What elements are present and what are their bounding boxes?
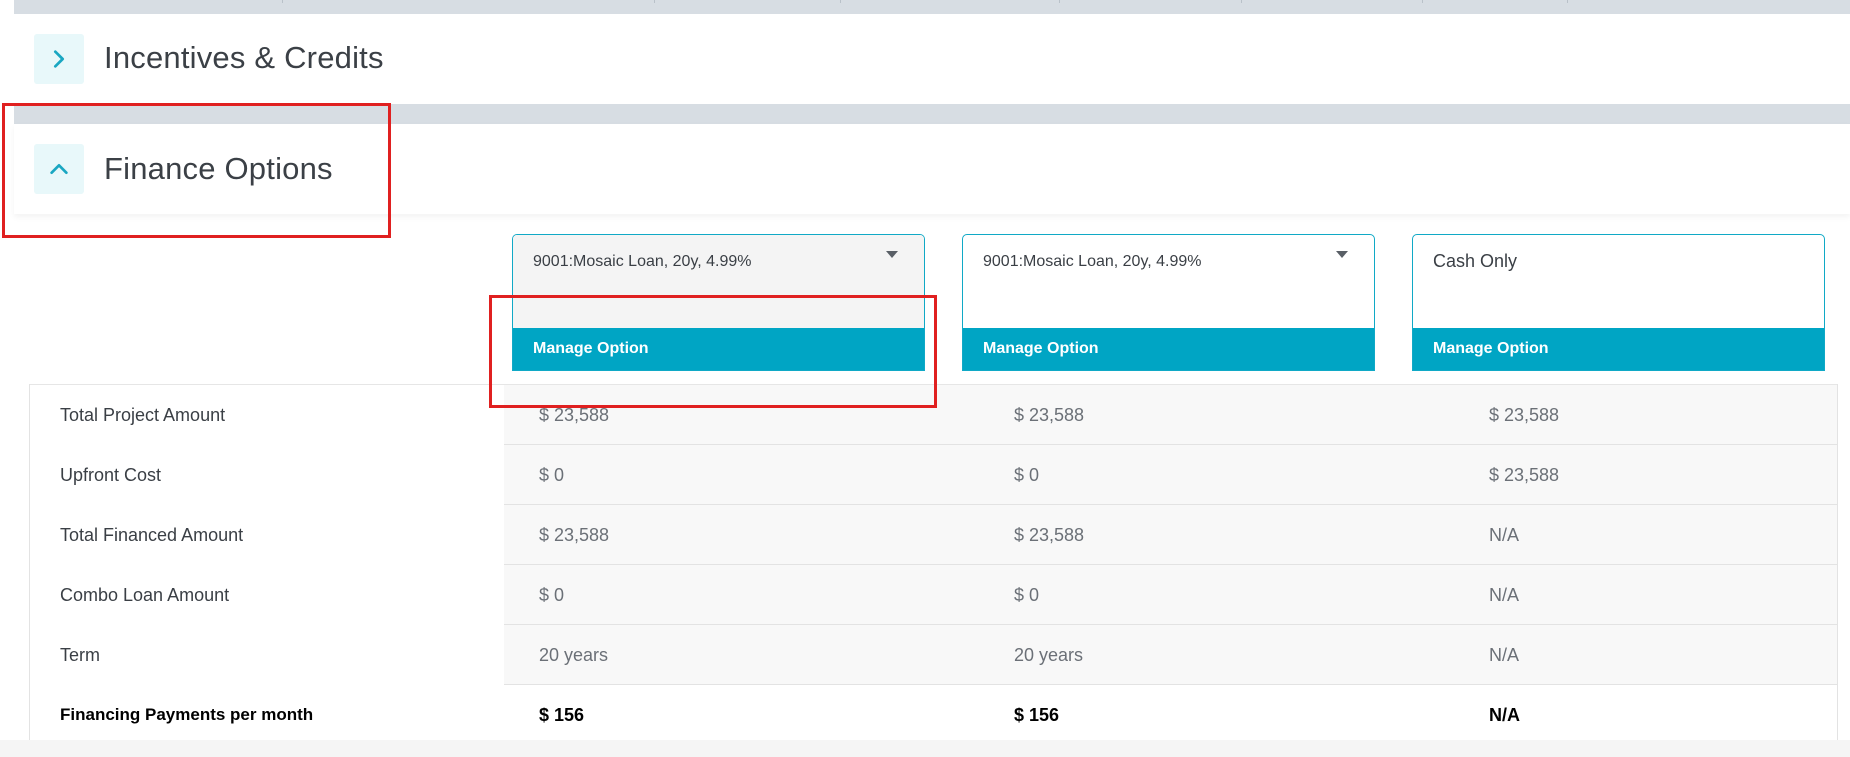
row-value: $ 0	[1014, 465, 1040, 485]
finance-section-header[interactable]: Finance Options	[14, 124, 1850, 214]
row-value: $ 0	[1014, 585, 1040, 605]
row-value: $ 0	[539, 585, 565, 605]
row-value: $ 23,588	[539, 405, 610, 425]
row-label: Combo Loan Amount	[29, 565, 504, 625]
row-value: $ 0	[539, 465, 565, 485]
dropdown-arrow-icon[interactable]	[1336, 251, 1348, 258]
finance-option-card-1: 9001:Mosaic Loan, 20y, 4.99% Manage Opti…	[512, 234, 925, 371]
row-label: Total Financed Amount	[29, 505, 504, 565]
finance-comparison-table: Total Project Amount $ 23,588 $ 23,588 $…	[29, 384, 1837, 745]
table-row: Term 20 years 20 years N/A	[29, 625, 1837, 685]
row-value: 20 years	[1014, 645, 1084, 665]
manage-option-button-2[interactable]: Manage Option	[963, 328, 1374, 370]
manage-option-button-1[interactable]: Manage Option	[513, 328, 924, 370]
table-row: Total Project Amount $ 23,588 $ 23,588 $…	[29, 385, 1837, 445]
option-select-3[interactable]: Cash Only	[1413, 235, 1824, 330]
table-row: Total Financed Amount $ 23,588 $ 23,588 …	[29, 505, 1837, 565]
row-value: $ 23,588	[1489, 465, 1560, 485]
dropdown-arrow-icon[interactable]	[886, 251, 898, 258]
option-select-3-value: Cash Only	[1433, 251, 1518, 271]
finance-option-card-2: 9001:Mosaic Loan, 20y, 4.99% Manage Opti…	[962, 234, 1375, 371]
top-section-strip	[14, 0, 1850, 14]
chevron-up-icon	[50, 163, 68, 175]
manage-option-button-3[interactable]: Manage Option	[1413, 328, 1824, 370]
section-divider	[14, 104, 1850, 124]
table-left-border	[29, 384, 30, 740]
row-label: Financing Payments per month	[29, 685, 504, 745]
row-value: N/A	[1489, 705, 1520, 725]
row-value: $ 156	[539, 705, 585, 725]
expand-incentives-button[interactable]	[34, 34, 84, 84]
option-select-1[interactable]: 9001:Mosaic Loan, 20y, 4.99%	[513, 235, 924, 330]
row-value: N/A	[1489, 525, 1520, 545]
finance-section-title: Finance Options	[104, 151, 333, 186]
row-value: $ 23,588	[1489, 405, 1560, 425]
row-label: Upfront Cost	[29, 445, 504, 505]
incentives-section-title: Incentives & Credits	[104, 40, 384, 75]
row-value: 20 years	[539, 645, 609, 665]
row-value: N/A	[1489, 645, 1520, 665]
row-label: Term	[29, 625, 504, 685]
row-value: N/A	[1489, 585, 1520, 605]
collapse-finance-button[interactable]	[34, 144, 84, 194]
row-value: $ 23,588	[539, 525, 610, 545]
row-value: $ 23,588	[1014, 525, 1085, 545]
finance-option-card-3: Cash Only Manage Option	[1412, 234, 1825, 371]
incentives-section-header[interactable]: Incentives & Credits	[14, 14, 1850, 104]
table-row: Upfront Cost $ 0 $ 0 $ 23,588	[29, 445, 1837, 505]
option-select-2-value: 9001:Mosaic Loan, 20y, 4.99%	[983, 253, 1202, 270]
row-value: $ 23,588	[1014, 405, 1085, 425]
bottom-strip	[0, 740, 1850, 757]
option-select-1-value: 9001:Mosaic Loan, 20y, 4.99%	[533, 253, 752, 270]
table-row-total: Financing Payments per month $ 156 $ 156…	[29, 685, 1837, 745]
table-row: Combo Loan Amount $ 0 $ 0 N/A	[29, 565, 1837, 625]
option-select-2[interactable]: 9001:Mosaic Loan, 20y, 4.99%	[963, 235, 1374, 330]
chevron-right-icon	[53, 50, 65, 68]
table-right-border	[1837, 384, 1838, 740]
row-label: Total Project Amount	[29, 385, 504, 445]
row-value: $ 156	[1014, 705, 1060, 725]
